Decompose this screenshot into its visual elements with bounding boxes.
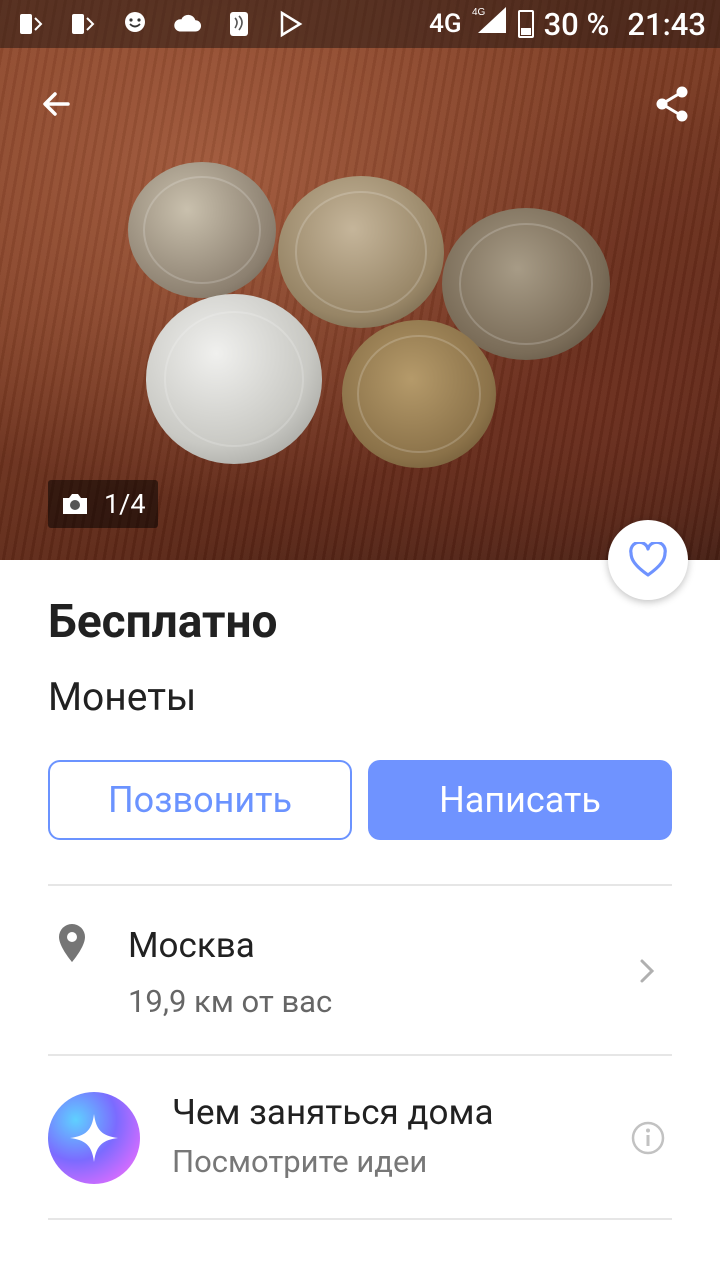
clock: 21:43 <box>627 5 706 43</box>
signal-icon: 4G <box>472 5 508 43</box>
info-icon[interactable] <box>630 1120 666 1160</box>
listing-title: Монеты <box>48 674 197 720</box>
photo-counter: 1/4 <box>48 480 158 528</box>
divider <box>48 1054 672 1056</box>
heart-icon <box>629 542 667 577</box>
notification-icons <box>0 9 306 39</box>
nfc-icon <box>224 9 254 39</box>
battery-icon <box>517 10 534 38</box>
coin-image <box>146 294 322 464</box>
play-store-icon <box>276 9 306 39</box>
location-city: Москва <box>128 925 255 966</box>
promo-title: Чем заняться дома <box>172 1092 494 1133</box>
sim-icon <box>68 9 98 39</box>
location-pin-icon <box>56 922 88 968</box>
cloud-icon <box>172 9 202 39</box>
share-icon <box>656 86 688 122</box>
svg-text:4G: 4G <box>472 7 486 18</box>
favorite-button[interactable] <box>608 520 688 600</box>
coin-image <box>128 162 276 298</box>
share-button[interactable] <box>644 76 700 132</box>
listing-price: Бесплатно <box>48 595 278 649</box>
network-type: 4G <box>429 9 462 39</box>
sparkle-icon <box>70 1114 118 1162</box>
coin-image <box>278 176 444 328</box>
divider <box>48 1218 672 1220</box>
promo-subtitle: Посмотрите идеи <box>172 1143 428 1180</box>
call-button[interactable]: Позвонить <box>48 760 352 840</box>
chevron-right-icon <box>636 956 658 990</box>
system-indicators: 4G 4G 30 % 21:43 <box>429 5 720 43</box>
back-button[interactable] <box>28 76 84 132</box>
arrow-back-icon <box>43 92 70 116</box>
status-bar: 4G 4G 30 % 21:43 <box>0 0 720 48</box>
coin-image <box>342 320 496 468</box>
location-distance: 19,9 км от вас <box>128 983 333 1020</box>
write-message-button[interactable]: Написать <box>368 760 672 840</box>
photo-counter-text: 1/4 <box>104 488 146 520</box>
face-icon <box>120 9 150 39</box>
sim-icon <box>16 9 46 39</box>
battery-percent: 30 % <box>543 5 610 43</box>
promo-logo <box>48 1092 140 1184</box>
camera-icon <box>63 494 87 514</box>
location-row[interactable] <box>0 886 720 1054</box>
listing-photo[interactable] <box>0 0 720 560</box>
